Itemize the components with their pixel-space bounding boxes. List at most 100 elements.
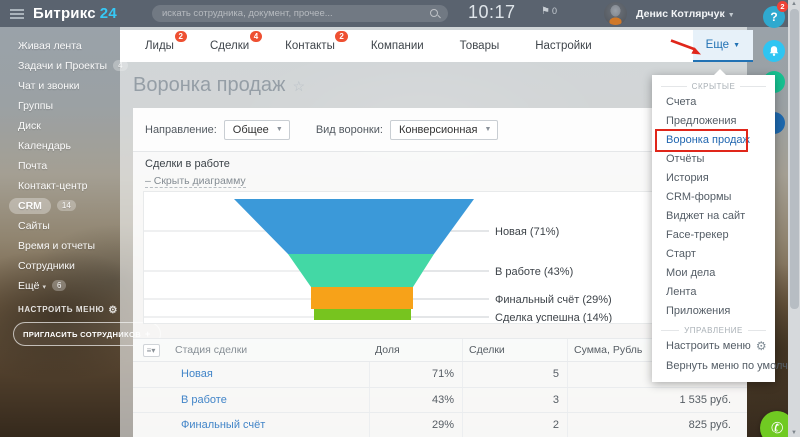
hide-diagram-link[interactable]: – Скрыть диаграмму — [145, 176, 246, 188]
sidebar-item-label: Почта — [18, 160, 47, 172]
tab-leads[interactable]: Лиды2 — [145, 40, 174, 52]
deals-cell: 3 — [462, 388, 567, 413]
sidebar-item-label: Живая лента — [18, 40, 82, 52]
tab-settings[interactable]: Настройки — [535, 40, 591, 52]
tab-label: Контакты — [285, 40, 335, 52]
tab-badge: 2 — [175, 31, 187, 42]
user-menu[interactable]: Денис Котлярчук▼ — [636, 8, 735, 20]
phone-icon: ✆ — [770, 418, 785, 437]
sidebar-item-crm[interactable]: CRM14 — [0, 196, 120, 216]
sidebar-item-contact-center[interactable]: Контакт-центр — [0, 176, 120, 196]
sidebar-item-sites[interactable]: Сайты — [0, 216, 120, 236]
notifications-bell-icon[interactable] — [763, 40, 785, 62]
menu-item-history[interactable]: История — [652, 169, 775, 188]
hamburger-menu-icon[interactable] — [10, 9, 24, 19]
funnel-view-label: Вид воронки: — [316, 124, 383, 136]
tab-label: Сделки — [210, 40, 249, 52]
menu-item-sales-funnel[interactable]: Воронка продаж — [652, 131, 775, 150]
scroll-up-arrow[interactable]: ▲ — [788, 1, 800, 7]
funnel-label: В работе (43%) — [495, 266, 573, 278]
tab-contacts[interactable]: Контакты2 — [285, 40, 335, 52]
menu-item-my-activities[interactable]: Мои дела — [652, 264, 775, 283]
funnel-view-select[interactable]: Конверсионная▼ — [390, 120, 499, 140]
sidebar-item-label: Ещё — [18, 280, 39, 292]
funnel-chart: Новая (71%)В работе (43%)Финальный счёт … — [143, 191, 737, 324]
sidebar-item-employees[interactable]: Сотрудники — [0, 256, 120, 276]
table-row: Финальный счёт29%2825 руб. — [133, 413, 747, 437]
favorite-star-icon[interactable]: ☆ — [292, 78, 305, 94]
stage-link[interactable]: Финальный счёт — [169, 419, 369, 431]
stage-link[interactable]: В работе — [169, 394, 369, 406]
app-logo[interactable]: Битрикс24 — [33, 5, 117, 22]
sidebar-item-label: Задачи и Проекты — [18, 60, 107, 72]
sidebar-item-label: Диск — [18, 120, 41, 132]
dropdown-section-manage: УПРАВЛЕНИЕ — [661, 324, 766, 337]
configure-menu-button[interactable]: НАСТРОИТЬ МЕНЮ⚙ — [18, 305, 118, 316]
share-cell: 29% — [369, 413, 462, 437]
sidebar-item-groups[interactable]: Группы — [0, 96, 120, 116]
menu-item-quotes[interactable]: Предложения — [652, 112, 775, 131]
sidebar-item-tasks[interactable]: Задачи и Проекты4 — [0, 56, 120, 76]
col-header-deals[interactable]: Сделки — [462, 339, 567, 361]
flag-counter[interactable]: ⚑0 — [541, 6, 557, 17]
menu-item-site-widget[interactable]: Виджет на сайт — [652, 207, 775, 226]
flag-icon: ⚑ — [541, 6, 550, 17]
menu-item-face-tracker[interactable]: Face-трекер — [652, 226, 775, 245]
share-cell: 43% — [369, 388, 462, 413]
crm-nav-bar: Лиды2Сделки4Контакты2КомпанииТоварыНастр… — [120, 30, 753, 62]
menu-item-reset-menu[interactable]: Вернуть меню по умолчанию — [652, 357, 775, 377]
search-bar[interactable] — [152, 5, 448, 22]
top-bar: Битрикс24 10:17 ⚑0 Денис Котлярчук▼ — [0, 0, 788, 27]
chevron-down-icon: ▼ — [485, 126, 492, 133]
funnel-segment-2[interactable] — [288, 254, 434, 287]
sidebar-item-time-reports[interactable]: Время и отчеты — [0, 236, 120, 256]
sidebar: Живая лента Задачи и Проекты4 Чат и звонки… — [0, 27, 120, 437]
dropdown-section-hidden: СКРЫТЫЕ — [661, 80, 766, 93]
sidebar-item-live-feed[interactable]: Живая лента — [0, 36, 120, 56]
col-header-stage[interactable]: Стадия сделки — [169, 344, 369, 356]
funnel-segment-3[interactable] — [311, 287, 413, 309]
funnel-label: Новая (71%) — [495, 226, 559, 238]
tab-badge: 2 — [335, 31, 347, 42]
menu-item-invoices[interactable]: Счета — [652, 93, 775, 112]
user-avatar[interactable] — [604, 2, 627, 25]
funnel-segment-1[interactable] — [234, 199, 474, 254]
menu-item-start[interactable]: Старт — [652, 245, 775, 264]
sidebar-item-more[interactable]: Ещё▾6 — [0, 276, 120, 296]
search-input[interactable] — [152, 8, 429, 19]
tab-companies[interactable]: Компании — [371, 40, 424, 52]
page-scrollbar[interactable]: ▲ ▼ — [788, 0, 800, 437]
sidebar-item-calendar[interactable]: Календарь — [0, 136, 120, 156]
menu-item-stream[interactable]: Лента — [652, 283, 775, 302]
scrollbar-thumb[interactable] — [790, 9, 799, 309]
funnel-segment-4[interactable] — [314, 309, 411, 320]
menu-item-configure-menu[interactable]: Настроить меню⚙ — [652, 337, 775, 357]
menu-item-reports[interactable]: Отчёты — [652, 150, 775, 169]
table-row: В работе43%31 535 руб. — [133, 388, 747, 414]
scroll-down-arrow[interactable]: ▼ — [788, 430, 800, 436]
tab-label: Компании — [371, 40, 424, 52]
bitrix24-app: Битрикс24 10:17 ⚑0 Денис Котлярчук▼ Жива… — [0, 0, 800, 437]
col-header-share[interactable]: Доля — [369, 339, 462, 361]
tab-deals[interactable]: Сделки4 — [210, 40, 249, 52]
table-settings-icon[interactable]: ≡▾ — [143, 344, 160, 357]
tab-label: Настройки — [535, 40, 591, 52]
menu-item-apps[interactable]: Приложения — [652, 302, 775, 321]
sidebar-item-chat-calls[interactable]: Чат и звонки — [0, 76, 120, 96]
menu-item-label: Вернуть меню по умолчанию — [666, 360, 800, 372]
sidebar-item-disk[interactable]: Диск — [0, 116, 120, 136]
menu-item-crm-forms[interactable]: CRM-формы — [652, 188, 775, 207]
sidebar-item-mail[interactable]: Почта — [0, 156, 120, 176]
sidebar-item-label: Чат и звонки — [18, 80, 80, 92]
direction-select[interactable]: Общее▼ — [224, 120, 290, 140]
sidebar-item-label: CRM — [9, 198, 51, 214]
tab-label: Товары — [460, 40, 500, 52]
stage-link[interactable]: Новая — [169, 368, 369, 380]
sidebar-item-badge: 6 — [52, 280, 66, 291]
clock: 10:17 — [468, 2, 516, 23]
more-menu-button[interactable]: Еще▼ — [693, 30, 753, 62]
funnel-chart-svg: Новая (71%)В работе (43%)Финальный счёт … — [144, 192, 736, 323]
sidebar-item-label: Группы — [18, 100, 53, 112]
logo-brand: Битрикс — [33, 5, 96, 22]
tab-products[interactable]: Товары — [460, 40, 500, 52]
